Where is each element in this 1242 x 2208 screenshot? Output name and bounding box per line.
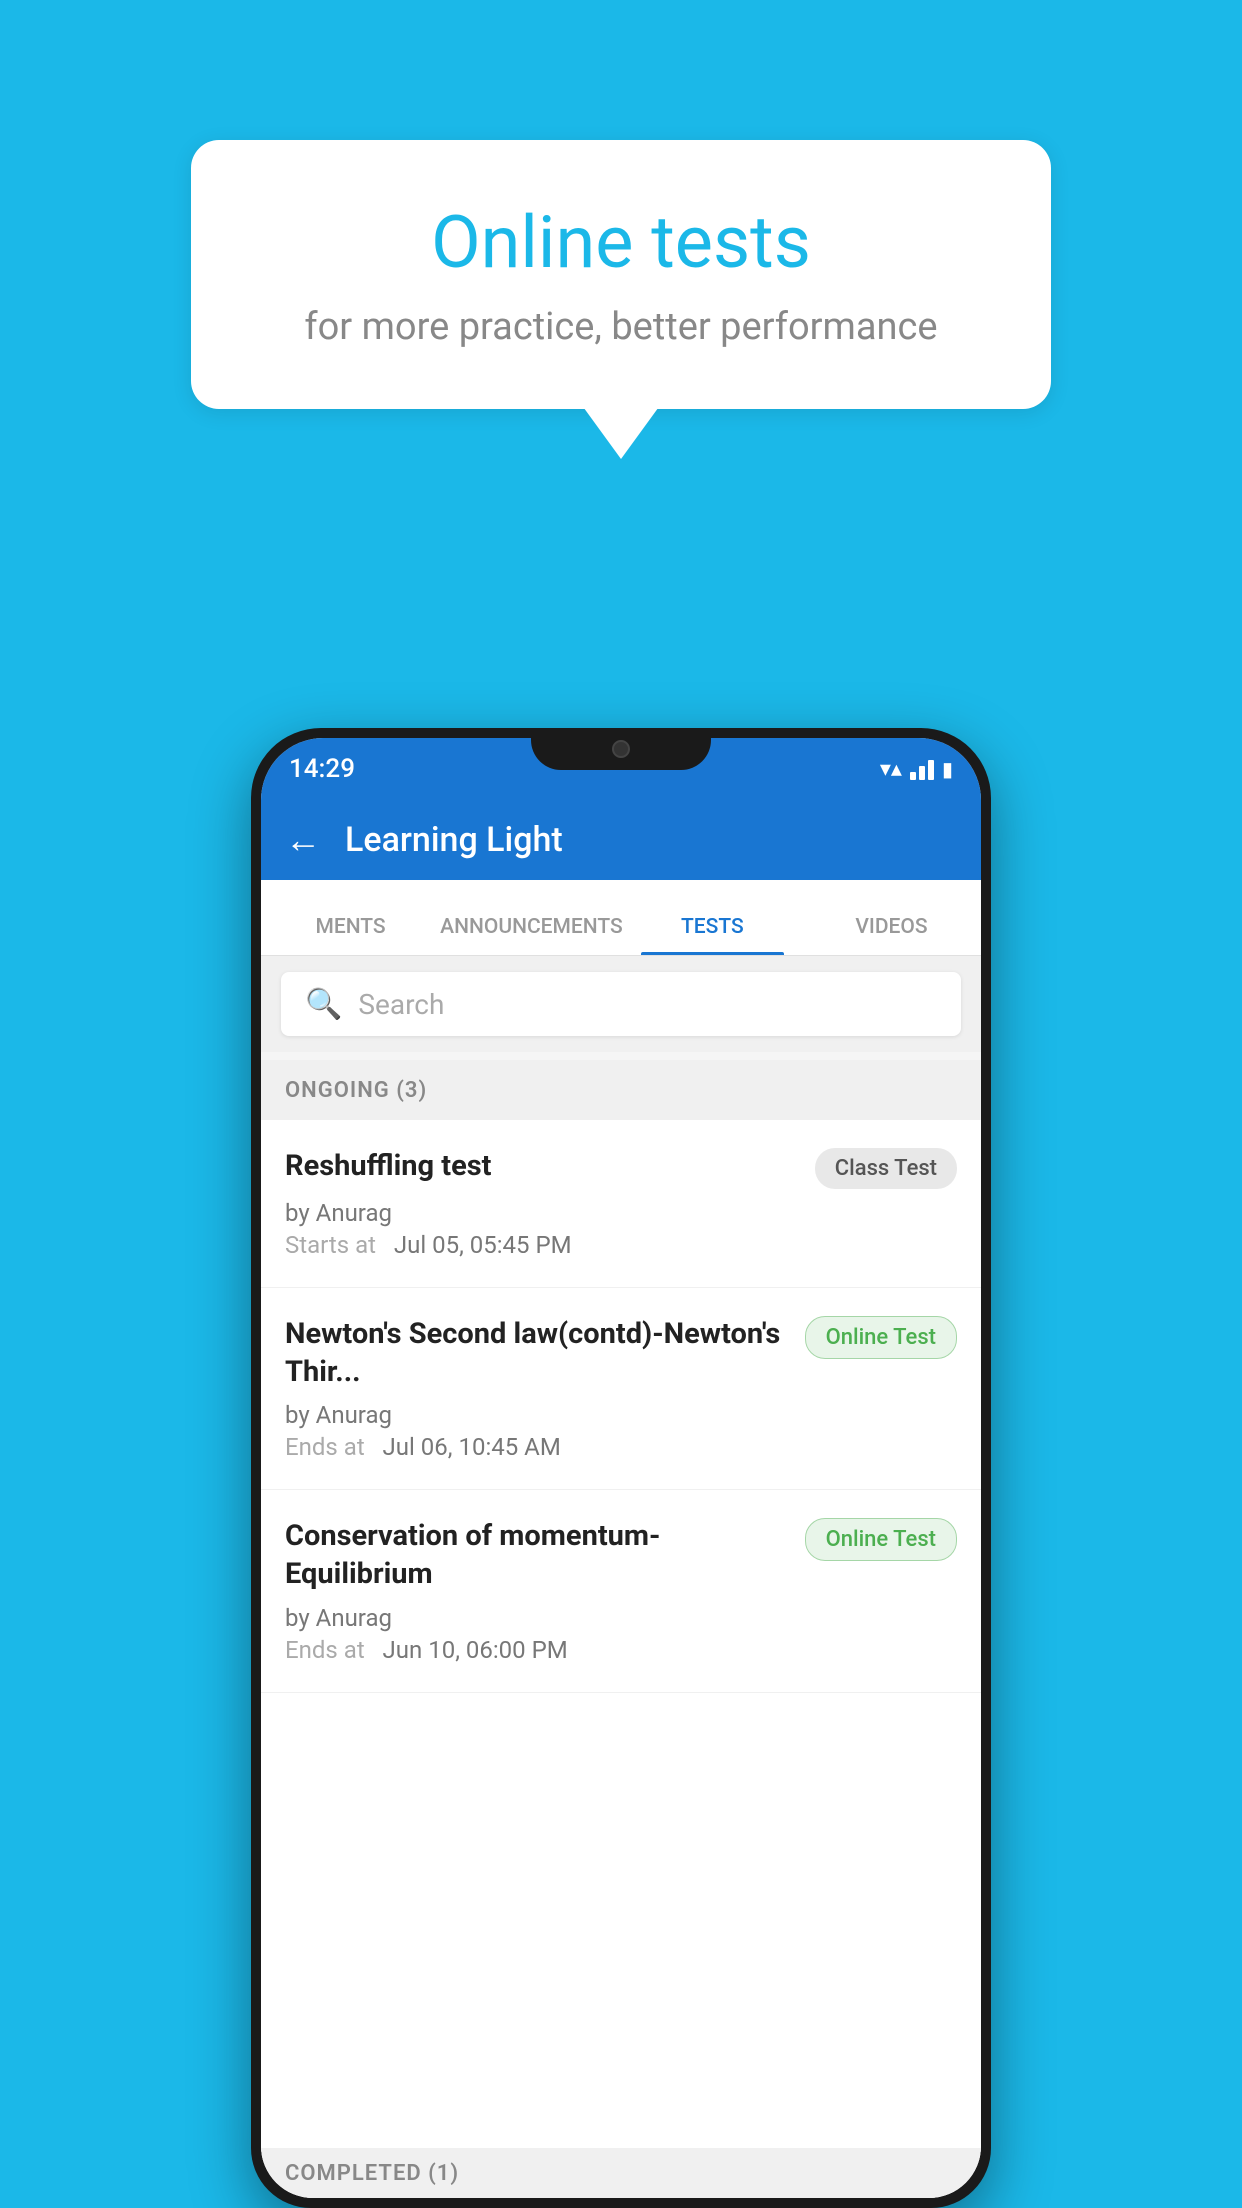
search-icon: 🔍 [305,987,342,1022]
test-list: Reshuffling test Class Test by Anurag St… [261,1120,981,2198]
test-meta-2-by: by Anurag [285,1401,957,1429]
test-item-2-header: Newton's Second law(contd)-Newton's Thir… [285,1316,957,1391]
tab-announcements[interactable]: ANNOUNCEMENTS [440,915,623,955]
app-bar: ← Learning Light [261,800,981,880]
test-date-label-2: Ends at [285,1433,365,1461]
test-date-value-3: Jun 10, 06:00 PM [383,1636,568,1664]
speech-bubble: Online tests for more practice, better p… [191,140,1051,409]
status-time: 14:29 [289,754,355,784]
test-meta-2-date: Ends at Jul 06, 10:45 AM [285,1433,957,1461]
test-item-3[interactable]: Conservation of momentum-Equilibrium Onl… [261,1490,981,1692]
signal-bars-icon [910,758,934,780]
search-bar[interactable]: 🔍 Search [281,972,961,1036]
test-name-3: Conservation of momentum-Equilibrium [285,1518,789,1593]
test-meta-3-by: by Anurag [285,1604,957,1632]
test-name-1: Reshuffling test [285,1148,799,1186]
completed-section-header: COMPLETED (1) [261,2148,981,2198]
test-badge-1: Class Test [815,1148,957,1189]
search-placeholder: Search [358,988,444,1021]
test-meta-1-by: by Anurag [285,1199,957,1227]
test-item-3-header: Conservation of momentum-Equilibrium Onl… [285,1518,957,1593]
tab-videos[interactable]: VIDEOS [802,915,981,955]
test-name-2: Newton's Second law(contd)-Newton's Thir… [285,1316,789,1391]
wifi-icon: ▾▴ [880,757,902,782]
test-date-label-3: Ends at [285,1636,365,1664]
test-item-1-header: Reshuffling test Class Test [285,1148,957,1189]
tab-ments[interactable]: MENTS [261,915,440,955]
tabs-bar: MENTS ANNOUNCEMENTS TESTS VIDEOS [261,880,981,956]
bubble-subtitle: for more practice, better performance [271,305,971,349]
test-meta-1-date: Starts at Jul 05, 05:45 PM [285,1231,957,1259]
test-date-value-1: Jul 05, 05:45 PM [394,1231,572,1259]
test-item-2[interactable]: Newton's Second law(contd)-Newton's Thir… [261,1288,981,1490]
speech-bubble-area: Online tests for more practice, better p… [191,140,1051,409]
search-container: 🔍 Search [261,956,981,1052]
app-title: Learning Light [345,820,563,860]
test-badge-3: Online Test [805,1518,957,1561]
status-icons: ▾▴ ▮ [880,757,953,782]
bubble-title: Online tests [271,200,971,285]
test-date-label-1: Starts at [285,1231,376,1259]
back-button[interactable]: ← [285,819,321,861]
test-meta-3-date: Ends at Jun 10, 06:00 PM [285,1636,957,1664]
test-item-1[interactable]: Reshuffling test Class Test by Anurag St… [261,1120,981,1288]
test-date-value-2: Jul 06, 10:45 AM [383,1433,561,1461]
test-badge-2: Online Test [805,1316,957,1359]
completed-label: COMPLETED (1) [285,2161,459,2186]
ongoing-section-header: ONGOING (3) [261,1060,981,1120]
camera-dot [612,740,630,758]
battery-icon: ▮ [942,757,953,781]
ongoing-label: ONGOING (3) [285,1078,427,1103]
phone-screen: 14:29 ▾▴ ▮ ← Learning Light MENTS ANNO [261,738,981,2198]
phone-frame: 14:29 ▾▴ ▮ ← Learning Light MENTS ANNO [251,728,991,2208]
tab-tests[interactable]: TESTS [623,915,802,955]
phone-notch [531,728,711,770]
